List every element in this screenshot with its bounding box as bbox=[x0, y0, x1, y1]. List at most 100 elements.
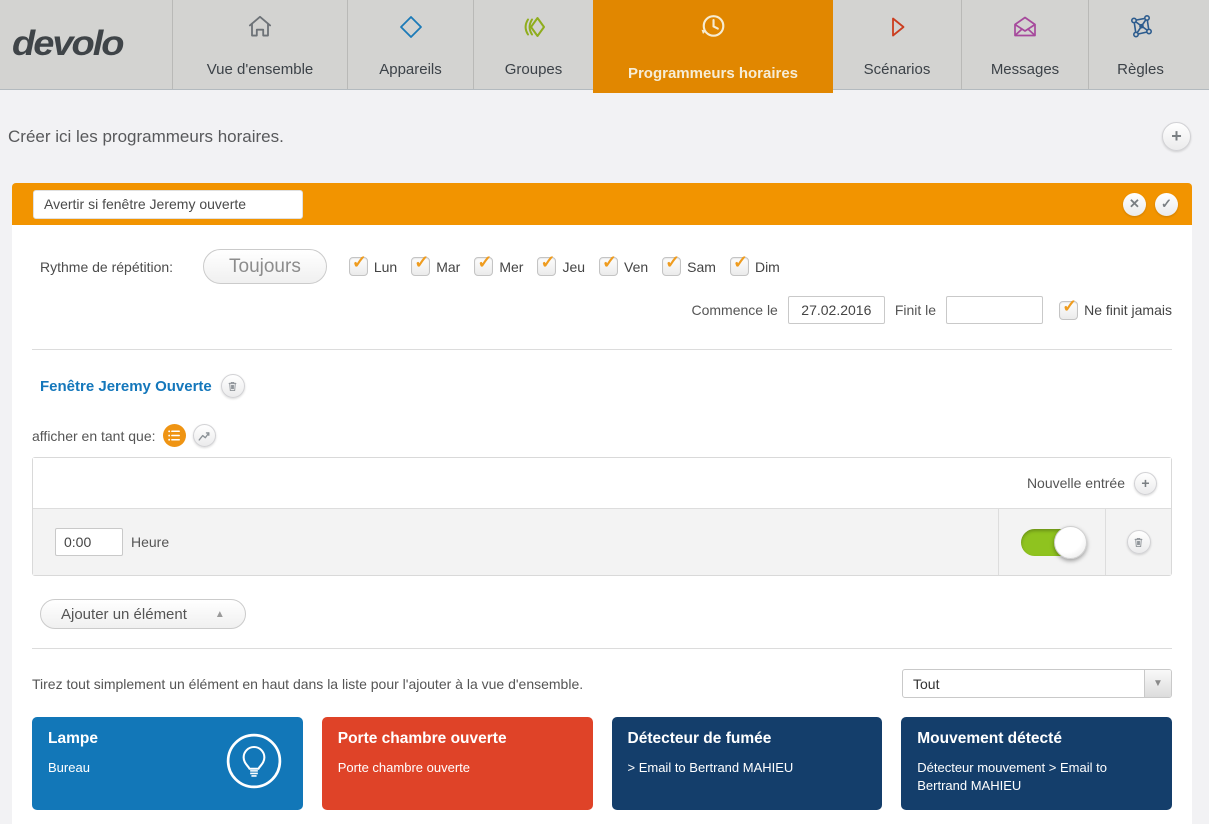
page-intro-text: Créer ici les programmeurs horaires. bbox=[8, 127, 284, 147]
check-icon: ✓ bbox=[733, 252, 748, 273]
start-date-input[interactable] bbox=[788, 296, 885, 324]
tab-groupes[interactable]: Groupes bbox=[473, 0, 593, 89]
element-card-mouvement-detecte[interactable]: Mouvement détecté Détecteur mouvement > … bbox=[901, 717, 1172, 810]
element-card-lampe[interactable]: Lampe Bureau bbox=[32, 717, 303, 810]
day-label: Ven bbox=[624, 259, 648, 275]
check-icon: ✓ bbox=[1062, 296, 1077, 317]
entry-time-cell: Heure bbox=[33, 509, 998, 575]
clock-history-icon bbox=[696, 9, 730, 45]
day-label: Lun bbox=[374, 259, 397, 275]
tab-label: Messages bbox=[991, 61, 1059, 78]
tab-label: Programmeurs horaires bbox=[628, 65, 798, 82]
tab-regles[interactable]: Règles bbox=[1088, 0, 1192, 89]
network-icon bbox=[1126, 9, 1156, 45]
day-checkbox-mer[interactable]: ✓ Mer bbox=[474, 257, 523, 276]
trash-icon bbox=[225, 379, 240, 394]
bulb-icon bbox=[225, 732, 283, 790]
display-as-row: afficher en tant que: bbox=[32, 424, 1172, 447]
library-hint-row: Tirez tout simplement un élément en haut… bbox=[32, 669, 1172, 698]
scheduler-name-input[interactable] bbox=[33, 190, 303, 219]
checkbox: ✓ bbox=[662, 257, 681, 276]
end-date-label: Finit le bbox=[895, 302, 936, 318]
devolo-logo-text: devolo bbox=[12, 25, 122, 65]
tab-label: Scénarios bbox=[864, 61, 931, 78]
scheduler-panel: ✕ ✓ Rythme de répétition: Toujours ✓ Lun… bbox=[12, 183, 1192, 824]
dates-row: Commence le Finit le ✓ Ne finit jamais bbox=[32, 296, 1172, 324]
section-divider bbox=[32, 648, 1172, 649]
tab-vue-densemble[interactable]: Vue d'ensemble bbox=[172, 0, 347, 89]
day-checkbox-ven[interactable]: ✓ Ven bbox=[599, 257, 648, 276]
check-icon: ✓ bbox=[352, 252, 367, 273]
day-checkbox-mar[interactable]: ✓ Mar bbox=[411, 257, 460, 276]
never-ends-checkbox[interactable]: ✓ Ne finit jamais bbox=[1059, 301, 1172, 320]
check-icon: ✓ bbox=[540, 252, 555, 273]
repeat-mode-button[interactable]: Toujours bbox=[203, 249, 327, 284]
check-icon: ✓ bbox=[477, 252, 492, 273]
day-label: Mar bbox=[436, 259, 460, 275]
element-card-detecteur-fumee[interactable]: Détecteur de fumée > Email to Bertrand M… bbox=[612, 717, 883, 810]
tab-scenarios[interactable]: Scénarios bbox=[833, 0, 961, 89]
plus-icon: + bbox=[1171, 126, 1182, 147]
chevron-up-icon: ▲ bbox=[215, 609, 225, 620]
add-element-label: Ajouter un élément bbox=[61, 606, 187, 623]
trash-icon bbox=[1131, 535, 1146, 550]
library-filter-dropdown[interactable]: Tout ▼ bbox=[902, 669, 1172, 698]
list-view-button[interactable] bbox=[163, 424, 186, 447]
home-icon bbox=[244, 9, 276, 45]
tab-label: Vue d'ensemble bbox=[207, 61, 314, 78]
checkbox: ✓ bbox=[411, 257, 430, 276]
day-checkbox-sam[interactable]: ✓ Sam bbox=[662, 257, 716, 276]
day-checkbox-dim[interactable]: ✓ Dim bbox=[730, 257, 780, 276]
checkbox: ✓ bbox=[1059, 301, 1078, 320]
scheduler-header-actions: ✕ ✓ bbox=[1123, 193, 1178, 216]
card-subtitle: Porte chambre ouverte bbox=[338, 759, 563, 777]
checkbox: ✓ bbox=[730, 257, 749, 276]
day-checkbox-lun[interactable]: ✓ Lun bbox=[349, 257, 397, 276]
repeat-row: Rythme de répétition: Toujours ✓ Lun ✓ M… bbox=[40, 225, 1172, 284]
cancel-button[interactable]: ✕ bbox=[1123, 193, 1146, 216]
entry-enabled-toggle[interactable] bbox=[1021, 529, 1083, 556]
confirm-button[interactable]: ✓ bbox=[1155, 193, 1178, 216]
start-date-label: Commence le bbox=[691, 302, 777, 318]
top-navigation: devolo Vue d'ensemble Appareils Groupes bbox=[0, 0, 1209, 90]
never-ends-label: Ne finit jamais bbox=[1084, 302, 1172, 318]
close-icon: ✕ bbox=[1129, 196, 1140, 212]
check-icon: ✓ bbox=[665, 252, 680, 273]
chevron-down-icon: ▼ bbox=[1144, 670, 1171, 697]
repeat-mode-label: Toujours bbox=[229, 256, 301, 278]
add-element-button[interactable]: Ajouter un élément ▲ bbox=[40, 599, 246, 629]
element-card-porte-chambre[interactable]: Porte chambre ouverte Porte chambre ouve… bbox=[322, 717, 593, 810]
add-scheduler-button[interactable]: + bbox=[1162, 122, 1191, 151]
section-divider bbox=[32, 349, 1172, 350]
repeat-label: Rythme de répétition: bbox=[40, 259, 203, 275]
check-icon: ✓ bbox=[602, 252, 617, 273]
new-entry-button[interactable]: + bbox=[1134, 472, 1157, 495]
play-outline-icon bbox=[882, 9, 912, 45]
element-title-link[interactable]: Fenêtre Jeremy Ouverte bbox=[40, 378, 212, 395]
library-hint-text: Tirez tout simplement un élément en haut… bbox=[32, 676, 583, 692]
tab-programmeurs-horaires[interactable]: Programmeurs horaires bbox=[593, 0, 833, 93]
scheduler-body: Rythme de répétition: Toujours ✓ Lun ✓ M… bbox=[12, 225, 1192, 824]
check-icon: ✓ bbox=[414, 252, 429, 273]
entries-table: Nouvelle entrée + Heure bbox=[32, 457, 1172, 576]
entry-time-unit-label: Heure bbox=[131, 534, 169, 550]
element-cards: Lampe Bureau Porte chambre ouverte Porte… bbox=[32, 717, 1172, 810]
tab-appareils[interactable]: Appareils bbox=[347, 0, 473, 89]
nested-chevrons-icon bbox=[519, 9, 549, 45]
tab-label: Groupes bbox=[505, 61, 563, 78]
delete-entry-button[interactable] bbox=[1127, 530, 1151, 554]
dropdown-value: Tout bbox=[903, 676, 1144, 692]
tab-label: Appareils bbox=[379, 61, 442, 78]
entries-table-header: Nouvelle entrée + bbox=[33, 458, 1171, 508]
delete-element-button[interactable] bbox=[221, 374, 245, 398]
tab-messages[interactable]: Messages bbox=[961, 0, 1088, 89]
card-subtitle: Détecteur mouvement > Email to Bertrand … bbox=[917, 759, 1142, 794]
day-checkbox-jeu[interactable]: ✓ Jeu bbox=[537, 257, 585, 276]
chart-view-button[interactable] bbox=[193, 424, 216, 447]
intro-band: Créer ici les programmeurs horaires. + bbox=[0, 90, 1209, 183]
line-chart-icon bbox=[197, 429, 211, 443]
day-label: Sam bbox=[687, 259, 716, 275]
checkbox: ✓ bbox=[599, 257, 618, 276]
end-date-input[interactable] bbox=[946, 296, 1043, 324]
entry-time-input[interactable] bbox=[55, 528, 123, 556]
